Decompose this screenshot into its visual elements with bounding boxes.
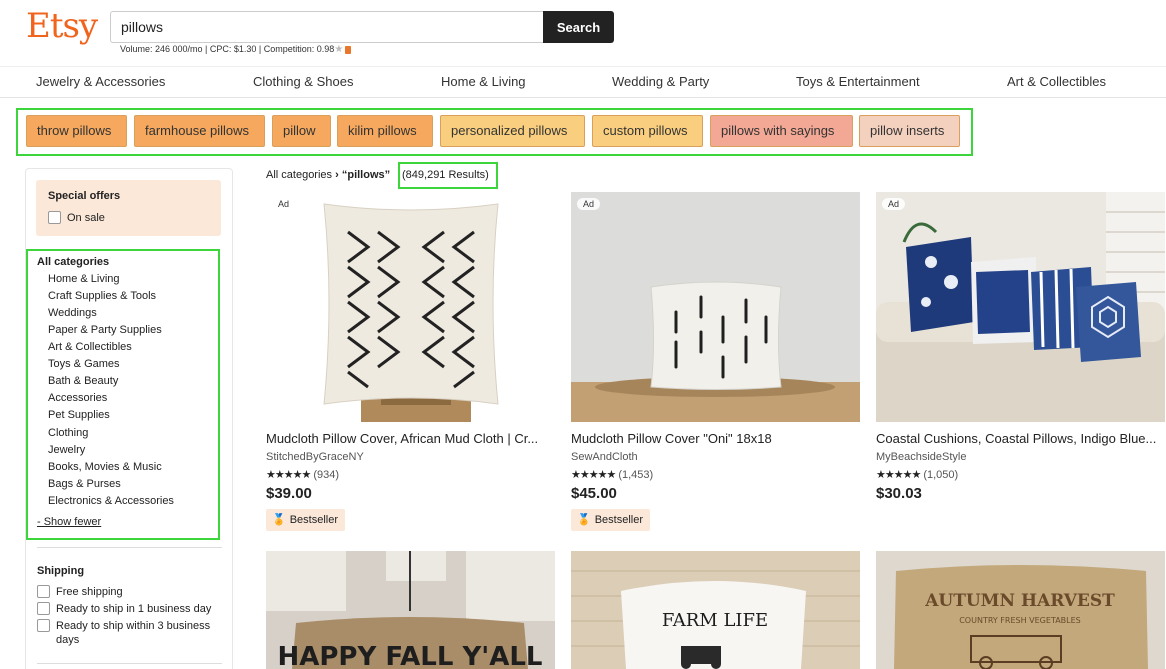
related-search-chip[interactable]: personalized pillows	[440, 115, 585, 147]
nav-wedding-party[interactable]: Wedding & Party	[612, 74, 709, 89]
autumn-subtext: COUNTRY FRESH VEGETABLES	[959, 616, 1081, 625]
breadcrumb: All categories › “pillows”	[266, 169, 390, 181]
category-link-paper-party[interactable]: Paper & Party Supplies	[48, 324, 162, 336]
category-link-weddings[interactable]: Weddings	[48, 307, 97, 319]
on-sale-label[interactable]: On sale	[67, 212, 105, 224]
ready-3-days-label[interactable]: Ready to ship within 3 business days	[56, 619, 224, 647]
happy-fall-pillow-image: HAPPY FALL Y'ALL	[266, 551, 555, 669]
bestseller-badge: 🏅 Bestseller	[266, 509, 345, 531]
ready-1-day-label[interactable]: Ready to ship in 1 business day	[56, 603, 211, 615]
category-link-electronics[interactable]: Electronics & Accessories	[48, 495, 174, 507]
listing-image[interactable]: AUTUMN HARVEST COUNTRY FRESH VEGETABLES	[876, 551, 1165, 669]
listing-image[interactable]	[266, 192, 555, 422]
keyword-metrics-text: Volume: 246 000/mo | CPC: $1.30 | Compet…	[120, 44, 335, 54]
free-shipping-checkbox[interactable]	[37, 585, 50, 598]
category-link-bath-beauty[interactable]: Bath & Beauty	[48, 375, 118, 387]
shipping-title: Shipping	[37, 565, 85, 577]
nav-home-living[interactable]: Home & Living	[441, 74, 526, 89]
category-link-books-movies-music[interactable]: Books, Movies & Music	[48, 461, 162, 473]
breadcrumb-separator: ›	[335, 169, 339, 181]
badge-label: Bestseller	[289, 514, 338, 526]
related-search-chip[interactable]: pillow	[272, 115, 331, 147]
mudcloth-pillow-image	[266, 192, 555, 422]
listing-image[interactable]	[571, 192, 860, 422]
nav-art-collectibles[interactable]: Art & Collectibles	[1007, 74, 1106, 89]
related-search-chip[interactable]: kilim pillows	[337, 115, 433, 147]
show-fewer-link[interactable]: - Show fewer	[37, 516, 101, 528]
results-count: (849,291 Results)	[402, 169, 489, 181]
keyword-metrics: Volume: 246 000/mo | CPC: $1.30 | Compet…	[120, 44, 352, 55]
nav-jewelry-accessories[interactable]: Jewelry & Accessories	[36, 74, 165, 89]
listing-price: $45.00	[571, 485, 617, 502]
bestseller-badge: 🏅 Bestseller	[571, 509, 650, 531]
related-search-chip[interactable]: farmhouse pillows	[134, 115, 265, 147]
category-link-art-collectibles[interactable]: Art & Collectibles	[48, 341, 132, 353]
listing-title[interactable]: Coastal Cushions, Coastal Pillows, Indig…	[876, 431, 1166, 446]
review-count: (1,453)	[618, 469, 654, 481]
fall-text: HAPPY FALL Y'ALL	[277, 642, 542, 669]
all-categories-heading[interactable]: All categories	[37, 256, 109, 268]
related-search-chip[interactable]: pillows with sayings	[710, 115, 853, 147]
autumn-harvest-pillow-image: AUTUMN HARVEST COUNTRY FRESH VEGETABLES	[876, 551, 1165, 669]
search-input[interactable]	[110, 11, 544, 43]
autumn-text: AUTUMN HARVEST	[924, 591, 1115, 611]
listing-title[interactable]: Mudcloth Pillow Cover "Oni" 18x18	[571, 431, 861, 446]
category-link-pet-supplies[interactable]: Pet Supplies	[48, 409, 110, 421]
listing-shop-name[interactable]: StitchedByGraceNY	[266, 451, 364, 463]
award-icon: 🏅	[272, 514, 286, 526]
ad-badge: Ad	[577, 198, 601, 210]
on-sale-checkbox[interactable]	[48, 211, 61, 224]
special-offers-title: Special offers	[48, 190, 121, 202]
farm-text: FARM LIFE	[662, 610, 768, 631]
listing-price: $39.00	[266, 485, 312, 502]
category-link-jewelry[interactable]: Jewelry	[48, 444, 85, 456]
coastal-pillows-image	[876, 192, 1165, 422]
breadcrumb-query: “pillows”	[341, 169, 391, 181]
ready-3-days-checkbox[interactable]	[37, 619, 50, 632]
related-search-chip[interactable]: custom pillows	[592, 115, 703, 147]
category-link-craft-supplies[interactable]: Craft Supplies & Tools	[48, 290, 156, 302]
listing-image[interactable]	[876, 192, 1165, 422]
rating-stars: ★★★★★	[266, 469, 311, 481]
award-icon: 🏅	[577, 514, 591, 526]
listing-rating: ★★★★★ (1,050)	[876, 468, 958, 481]
breadcrumb-root[interactable]: All categories	[266, 169, 332, 181]
special-offers-panel	[36, 180, 221, 236]
sidebar-divider	[37, 663, 222, 664]
category-link-home-living[interactable]: Home & Living	[48, 273, 120, 285]
ready-1-day-checkbox[interactable]	[37, 602, 50, 615]
category-nav: Jewelry & Accessories Clothing & Shoes H…	[0, 66, 1166, 98]
rating-stars: ★★★★★	[876, 469, 921, 481]
sidebar-divider	[37, 547, 222, 548]
rating-stars: ★★★★★	[571, 469, 616, 481]
farm-life-pillow-image: FARM LIFE	[571, 551, 860, 669]
etsy-logo[interactable]: Etsy	[26, 6, 98, 46]
coin-icon	[345, 45, 352, 54]
category-link-accessories[interactable]: Accessories	[48, 392, 107, 404]
star-icon: ★	[334, 44, 344, 55]
listing-shop-name[interactable]: MyBeachsideStyle	[876, 451, 967, 463]
category-link-bags-purses[interactable]: Bags & Purses	[48, 478, 121, 490]
listing-image[interactable]: FARM LIFE	[571, 551, 860, 669]
listing-title[interactable]: Mudcloth Pillow Cover, African Mud Cloth…	[266, 431, 556, 446]
category-link-toys-games[interactable]: Toys & Games	[48, 358, 120, 370]
review-count: (1,050)	[923, 469, 959, 481]
listing-price: $30.03	[876, 485, 922, 502]
free-shipping-label[interactable]: Free shipping	[56, 586, 123, 598]
listing-shop-name[interactable]: SewAndCloth	[571, 451, 638, 463]
ad-badge: Ad	[272, 198, 296, 210]
badge-label: Bestseller	[594, 514, 643, 526]
related-search-chip[interactable]: pillow inserts	[859, 115, 960, 147]
related-search-chip[interactable]: throw pillows	[26, 115, 127, 147]
listing-rating: ★★★★★ (1,453)	[571, 468, 653, 481]
ad-badge: Ad	[882, 198, 906, 210]
listing-rating: ★★★★★ (934)	[266, 468, 339, 481]
nav-toys-entertainment[interactable]: Toys & Entertainment	[796, 74, 920, 89]
search-button[interactable]: Search	[543, 11, 614, 43]
nav-clothing-shoes[interactable]: Clothing & Shoes	[253, 74, 353, 89]
oni-pillow-image	[571, 192, 860, 422]
category-link-clothing[interactable]: Clothing	[48, 427, 88, 439]
listing-image[interactable]: HAPPY FALL Y'ALL	[266, 551, 555, 669]
review-count: (934)	[313, 469, 339, 481]
